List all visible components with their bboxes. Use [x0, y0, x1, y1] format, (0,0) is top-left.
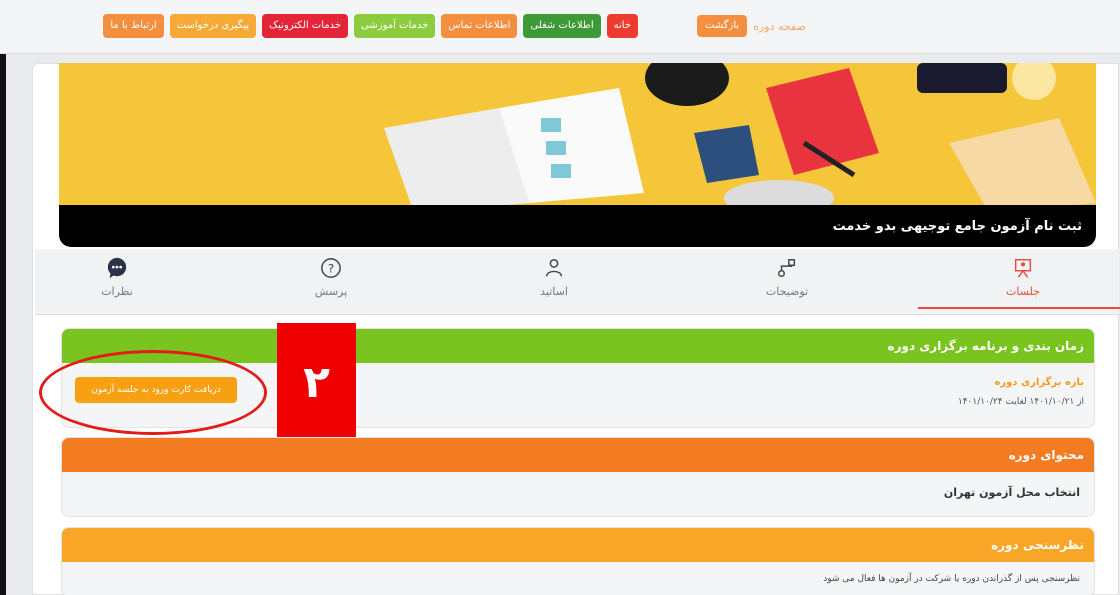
- presentation-icon: [1014, 259, 1032, 278]
- teacher-icon: [545, 259, 563, 277]
- nav-contact-info[interactable]: اطلاعات تماس: [441, 14, 518, 38]
- tab-description[interactable]: توضیحات: [742, 257, 832, 298]
- tab-comments[interactable]: نظرات: [72, 257, 162, 298]
- nav-electronic-services[interactable]: خدمات الکترونیک: [262, 14, 349, 38]
- page-title: صفحه دوره: [753, 19, 806, 33]
- survey-section: نظرسنجی دوره نظرسنجی پس از گذراندن دوره …: [61, 527, 1095, 595]
- tab-instructors[interactable]: اساتید: [509, 257, 599, 298]
- content-section: محتوای دوره انتخاب محل آزمون تهران: [61, 437, 1095, 517]
- content-title: محتوای دوره: [62, 438, 1094, 472]
- comments-icon: [107, 257, 127, 279]
- tab-label: نظرات: [101, 285, 133, 298]
- back-button[interactable]: بازگشت: [697, 15, 748, 37]
- course-banner: ثبت نام آزمون جامع توجیهی بدو خدمت: [59, 63, 1096, 247]
- step-marker: ۲: [277, 323, 356, 441]
- tab-label: توضیحات: [765, 285, 809, 298]
- top-navbar: خانه اطلاعات شغلی اطلاعات تماس خدمات آمو…: [0, 0, 1120, 54]
- highlight-ellipse: [39, 350, 267, 435]
- banner-illustration: [59, 63, 1096, 216]
- tab-label: پرسش: [314, 285, 348, 298]
- survey-title: نظرسنجی دوره: [62, 528, 1094, 562]
- tab-label: اساتید: [540, 285, 568, 298]
- tab-question[interactable]: ? پرسش: [286, 257, 376, 298]
- nav-track-request[interactable]: پیگیری درخواست: [169, 14, 257, 38]
- svg-text:?: ?: [328, 262, 334, 276]
- nav-job-info[interactable]: اطلاعات شغلی: [523, 14, 601, 38]
- main-menu: خانه اطلاعات شغلی اطلاعات تماس خدمات آمو…: [103, 14, 638, 38]
- page-title-group: بازگشت صفحه دوره: [697, 15, 806, 37]
- period-text: از ۱۴۰۱/۱۰/۲۱ لغایت ۱۴۰۱/۱۰/۲۴: [957, 397, 1084, 407]
- banner-title: ثبت نام آزمون جامع توجیهی بدو خدمت: [59, 205, 1096, 247]
- period-label: بازه برگزاری دوره: [994, 377, 1084, 388]
- nav-contact-us[interactable]: ارتباط با ما: [103, 14, 164, 38]
- survey-text: نظرسنجی پس از گذراندن دوره یا شرکت در آز…: [823, 574, 1080, 584]
- tab-sessions[interactable]: جلسات: [918, 257, 1120, 309]
- nav-education-services[interactable]: خدمات آموزشی: [354, 14, 436, 38]
- tab-label: جلسات: [1006, 285, 1040, 298]
- question-icon: ?: [321, 258, 341, 278]
- course-tabs: جلسات توضیحات اساتید ? پرسش نظرات: [35, 249, 1120, 315]
- route-icon: [778, 259, 796, 277]
- window-edge: [0, 54, 6, 595]
- content-item[interactable]: انتخاب محل آزمون تهران: [944, 486, 1080, 499]
- nav-home[interactable]: خانه: [606, 14, 638, 38]
